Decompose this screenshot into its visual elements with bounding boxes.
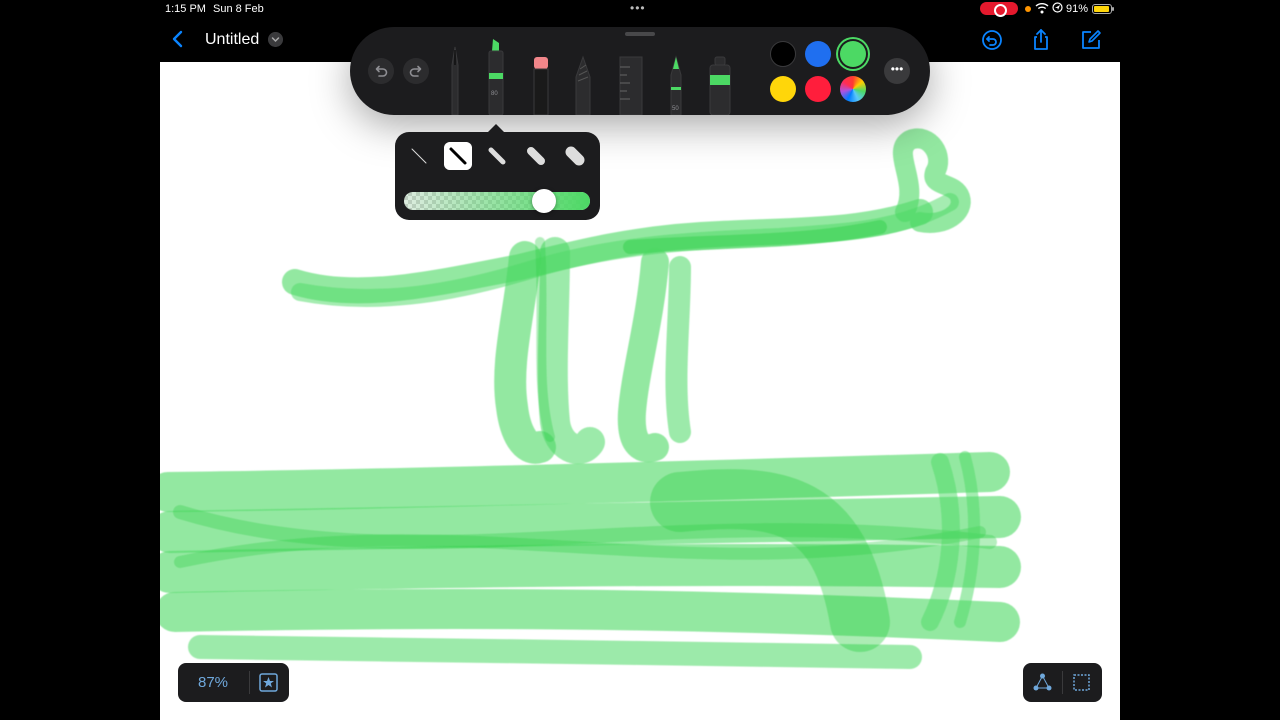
location-icon	[1052, 2, 1063, 13]
color-swatch-green[interactable]	[840, 41, 866, 67]
title-menu-chevron-icon[interactable]	[268, 32, 283, 47]
color-swatch-blue[interactable]	[805, 41, 831, 67]
opacity-slider-thumb[interactable]	[531, 189, 556, 213]
tool-palette: 80 50 •••	[350, 27, 930, 115]
redo-icon[interactable]	[403, 58, 429, 84]
opacity-slider[interactable]	[404, 192, 590, 210]
shape-nodes-icon[interactable]	[1032, 672, 1053, 693]
canvas-tools-control	[1023, 663, 1102, 702]
width-option-1-icon[interactable]	[405, 142, 433, 170]
marker-tool-icon[interactable]	[486, 37, 506, 115]
selection-icon[interactable]	[1072, 673, 1091, 692]
color-swatch-yellow[interactable]	[770, 76, 796, 102]
favorite-star-icon[interactable]	[259, 673, 278, 692]
pen-tool-icon[interactable]	[448, 45, 462, 115]
back-chevron-icon[interactable]	[170, 30, 184, 48]
eraser-tool-icon[interactable]	[532, 55, 550, 115]
document-title[interactable]: Untitled	[205, 31, 259, 49]
wifi-icon	[1035, 3, 1049, 14]
fill-tool-icon[interactable]	[708, 55, 732, 115]
undo-icon[interactable]	[368, 58, 394, 84]
palette-grabber[interactable]	[625, 32, 655, 36]
zoom-divider	[249, 671, 250, 694]
color-picker-icon[interactable]	[840, 76, 866, 102]
mic-indicator-icon	[1025, 6, 1031, 12]
history-icon[interactable]	[980, 28, 1004, 52]
zoom-control: 87%	[178, 663, 289, 702]
multitasking-dots[interactable]: •••	[630, 1, 646, 15]
width-option-2-icon[interactable]	[444, 142, 472, 170]
stroke-width-popover	[395, 124, 600, 220]
status-time: 1:15 PM	[165, 3, 206, 15]
fountain-pen-width-label: 50	[672, 106, 679, 112]
more-options-button[interactable]: •••	[884, 58, 910, 84]
battery-icon	[1092, 4, 1114, 14]
battery-percent: 91%	[1066, 3, 1089, 15]
letterbox-left	[0, 0, 160, 720]
zoom-level-label[interactable]: 87%	[178, 674, 248, 691]
status-bar: 1:15 PM Sun 8 Feb ••• 91%	[0, 0, 1280, 18]
ipad-screen: Untitled 80 50 ••• 87%	[160, 0, 1120, 720]
screen-recording-icon[interactable]	[980, 2, 1018, 17]
pencil-tool-icon[interactable]	[574, 55, 592, 115]
color-swatch-red[interactable]	[805, 76, 831, 102]
ruler-tool-icon[interactable]	[618, 55, 644, 115]
color-swatch-black[interactable]	[770, 41, 796, 67]
drawing-canvas[interactable]	[160, 62, 1120, 720]
status-date: Sun 8 Feb	[213, 3, 264, 15]
new-drawing-icon[interactable]	[1079, 28, 1103, 52]
width-option-5-icon[interactable]	[561, 142, 589, 170]
marker-width-label: 80	[491, 91, 498, 97]
width-option-3-icon[interactable]	[483, 142, 511, 170]
width-option-4-icon[interactable]	[522, 142, 550, 170]
share-icon[interactable]	[1029, 28, 1053, 52]
canvas-tools-divider	[1062, 671, 1063, 694]
letterbox-right	[1120, 0, 1280, 720]
